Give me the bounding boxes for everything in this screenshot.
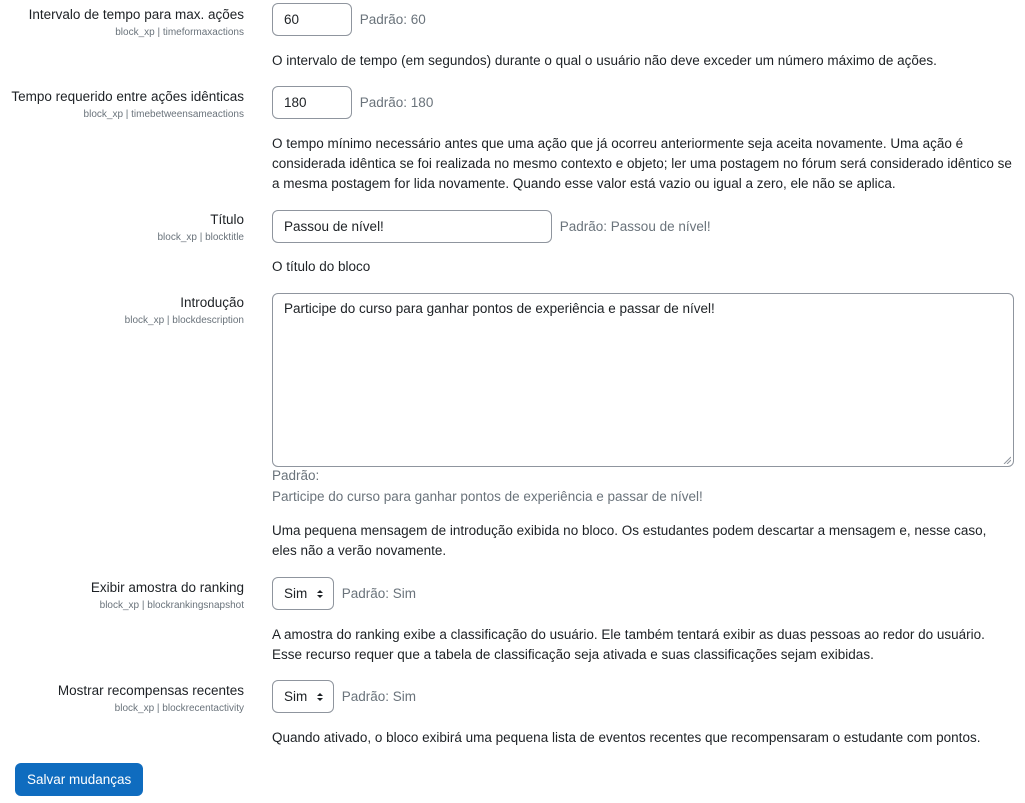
setting-title: Exibir amostra do ranking [90, 580, 244, 595]
default-value: Padrão: Sim [341, 586, 417, 601]
field-timeformaxactions: 60 Padrão: 60 [272, 3, 426, 36]
setting-title: Introdução [180, 295, 244, 310]
setting-description: O tempo mínimo necessário antes que uma … [272, 136, 1012, 191]
field-blocktitle: Passou de nível! Padrão: Passou de nível… [272, 210, 711, 243]
setting-description: Uma pequena mensagem de introdução exibi… [272, 523, 987, 558]
setting-key: block_xp | blocktitle [157, 232, 244, 243]
setting-label-blockdescription: Introdução block_xp | blockdescription [4, 292, 244, 328]
blockrankingsnapshot-select[interactable]: Sim [272, 577, 334, 610]
setting-key: block_xp | blockdescription [124, 315, 244, 326]
textarea-value: Participe do curso para ganhar pontos de… [284, 301, 715, 316]
default-value: Padrão: 60 [359, 12, 426, 27]
setting-description: O intervalo de tempo (em segundos) duran… [272, 53, 937, 68]
setting-key: block_xp | blockrankingsnapshot [99, 600, 244, 611]
updown-caret-icon [317, 693, 323, 701]
setting-key: block_xp | timebetweensameactions [83, 109, 244, 120]
setting-description: O título do bloco [272, 259, 371, 274]
blockrecentactivity-select[interactable]: Sim [272, 680, 334, 713]
setting-title: Intervalo de tempo para max. ações [28, 7, 244, 22]
setting-key: block_xp | blockrecentactivity [114, 703, 244, 714]
resize-grip-icon[interactable] [1003, 456, 1011, 464]
setting-label-blocktitle: Título block_xp | blocktitle [4, 209, 244, 245]
setting-description: Quando ativado, o bloco exibirá uma pequ… [272, 730, 981, 745]
select-value: Sim [284, 586, 308, 601]
setting-label-blockrankingsnapshot: Exibir amostra do ranking block_xp | blo… [4, 577, 244, 613]
default-value: Padrão: 180 [359, 95, 434, 110]
field-timebetweensameactions: 180 Padrão: 180 [272, 86, 433, 119]
setting-label-timeformaxactions: Intervalo de tempo para max. ações block… [4, 4, 244, 40]
setting-label-timebetweensameactions: Tempo requerido entre ações idênticas bl… [4, 86, 244, 122]
blocktitle-input[interactable]: Passou de nível! [272, 210, 552, 243]
updown-caret-icon [317, 590, 323, 598]
setting-key: block_xp | timeformaxactions [115, 27, 244, 38]
timeformaxactions-input[interactable]: 60 [272, 3, 352, 36]
default-value: Padrão: Passou de nível! [559, 219, 711, 234]
blockdescription-textarea[interactable]: Participe do curso para ganhar pontos de… [272, 293, 1014, 467]
setting-description: A amostra do ranking exibe a classificaç… [272, 627, 985, 662]
setting-title: Tempo requerido entre ações idênticas [11, 89, 244, 104]
default-value: Padrão: Sim [341, 689, 417, 704]
save-changes-button[interactable]: Salvar mudanças [15, 763, 144, 796]
timebetweensameactions-input[interactable]: 180 [272, 86, 352, 119]
default-label: Padrão: [272, 468, 320, 483]
select-value: Sim [284, 689, 308, 704]
setting-title: Mostrar recompensas recentes [57, 683, 244, 698]
field-blockrecentactivity: Sim Padrão: Sim [272, 680, 416, 713]
field-blockrankingsnapshot: Sim Padrão: Sim [272, 577, 416, 610]
default-value: Participe do curso para ganhar pontos de… [272, 489, 703, 504]
setting-label-blockrecentactivity: Mostrar recompensas recentes block_xp | … [4, 680, 244, 716]
setting-title: Título [210, 212, 244, 227]
